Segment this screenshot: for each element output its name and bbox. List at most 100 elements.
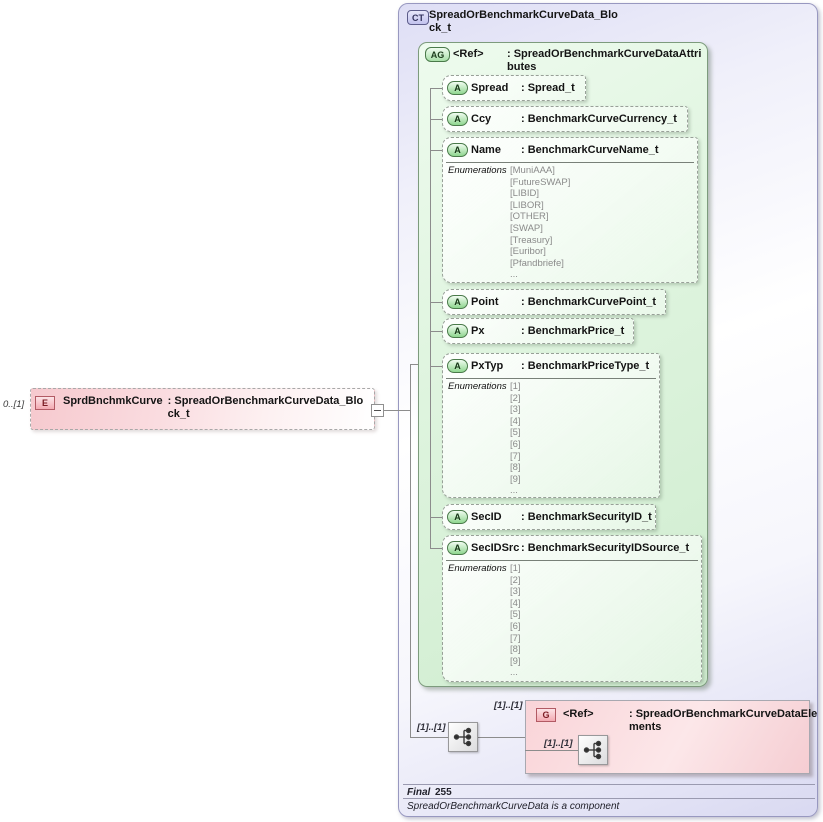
attribute-type: : BenchmarkSecurityIDSource_t <box>521 542 689 554</box>
attribute-name: PxTyp <box>471 360 521 372</box>
enumerations-label: Enumerations <box>448 381 510 497</box>
enumeration-value: [2] <box>510 393 521 405</box>
sequence-compositor-icon[interactable] <box>578 735 608 765</box>
attribute-name: SecIDSrc <box>471 542 521 554</box>
group-ref-name: <Ref> <box>563 708 594 720</box>
group-ref-type: : SpreadOrBenchmarkCurveDataElements <box>629 708 821 734</box>
sequence-glyph <box>582 739 604 761</box>
enumeration-list: [1][2][3][4][5][6][7][8][9]... <box>510 381 521 497</box>
connector <box>431 548 442 549</box>
attribute-name: Ccy <box>471 113 521 125</box>
cardinality-label: [1]..[1] <box>544 738 573 749</box>
cardinality-label: [1]..[1] <box>417 722 446 733</box>
enumeration-value: [6] <box>510 439 521 451</box>
enumeration-value: [7] <box>510 633 521 645</box>
attribute-box-secidsrc[interactable]: A SecIDSrc : BenchmarkSecurityIDSource_t… <box>442 535 702 682</box>
enumeration-value: [Treasury] <box>510 235 570 247</box>
complex-type-title: SpreadOrBenchmarkCurveData_Block_t <box>429 9 619 35</box>
enumeration-value: [7] <box>510 451 521 463</box>
enumeration-list: [1][2][3][4][5][6][7][8][9]... <box>510 563 521 679</box>
enumeration-value: [LIBOR] <box>510 200 570 212</box>
attribute-badge: A <box>447 295 468 309</box>
attribute-name: SecID <box>471 511 521 523</box>
enumeration-value: [1] <box>510 381 521 393</box>
enumeration-value: [LIBID] <box>510 188 570 200</box>
attribute-box-pxtyp[interactable]: A PxTyp : BenchmarkPriceType_t Enumerati… <box>442 353 660 498</box>
enumeration-value: [3] <box>510 404 521 416</box>
attribute-group-ref-type: : SpreadOrBenchmarkCurveDataAttributes <box>507 48 703 74</box>
complex-type-badge: CT <box>407 10 429 25</box>
attribute-badge: A <box>447 112 468 126</box>
attribute-tree-trunk <box>430 88 431 549</box>
enumeration-value: ... <box>510 485 521 497</box>
connector <box>431 88 442 89</box>
group-badge: G <box>536 708 556 722</box>
attribute-box-secid[interactable]: A SecID : BenchmarkSecurityID_t <box>442 504 656 530</box>
enumerations-label: Enumerations <box>448 165 510 281</box>
attribute-name: Spread <box>471 82 521 94</box>
attribute-type: : BenchmarkSecurityID_t <box>521 511 652 523</box>
schema-diagram: CT SpreadOrBenchmarkCurveData_Block_t Fi… <box>0 0 823 822</box>
attribute-box-ccy[interactable]: A Ccy : BenchmarkCurveCurrency_t <box>442 106 688 132</box>
enumeration-value: ... <box>510 269 570 281</box>
enumeration-value: [5] <box>510 427 521 439</box>
connector <box>411 737 448 738</box>
enumeration-value: [9] <box>510 474 521 486</box>
collapse-icon <box>374 410 381 411</box>
enumeration-value: [9] <box>510 656 521 668</box>
enumeration-value: [1] <box>510 563 521 575</box>
attribute-badge: A <box>447 81 468 95</box>
attribute-box-point[interactable]: A Point : BenchmarkCurvePoint_t <box>442 289 666 315</box>
enumeration-value: [4] <box>510 416 521 428</box>
sequence-glyph <box>452 726 474 748</box>
final-value: 255 <box>435 787 452 798</box>
connector <box>431 119 442 120</box>
enumeration-value: [4] <box>510 598 521 610</box>
enumeration-value: [SWAP] <box>510 223 570 235</box>
attribute-type: : BenchmarkCurveName_t <box>521 144 659 156</box>
attribute-name: Point <box>471 296 521 308</box>
connector <box>384 410 411 411</box>
attribute-type: : BenchmarkPrice_t <box>521 325 624 337</box>
attribute-badge: A <box>447 541 468 555</box>
footer-divider <box>403 798 815 799</box>
enumeration-value: [8] <box>510 462 521 474</box>
group-box[interactable]: G <Ref> : SpreadOrBenchmarkCurveDataElem… <box>525 700 810 774</box>
connector <box>431 366 442 367</box>
enumerations-section: Enumerations [MuniAAA][FutureSWAP][LIBID… <box>446 162 694 281</box>
connector <box>411 364 418 365</box>
attribute-badge: A <box>447 510 468 524</box>
attribute-box-px[interactable]: A Px : BenchmarkPrice_t <box>442 318 634 344</box>
attribute-type: : BenchmarkCurveCurrency_t <box>521 113 677 125</box>
attribute-name: Px <box>471 325 521 337</box>
attribute-name: Name <box>471 144 521 156</box>
connector <box>431 517 442 518</box>
connector <box>431 150 442 151</box>
attribute-badge: A <box>447 324 468 338</box>
element-cardinality: 0..[1] <box>3 399 24 410</box>
collapse-toggle[interactable] <box>371 404 384 417</box>
element-type: : SpreadOrBenchmarkCurveData_Block_t <box>168 395 365 421</box>
enumeration-value: [OTHER] <box>510 211 570 223</box>
content-trunk <box>410 364 411 738</box>
enumeration-value: [Euribor] <box>510 246 570 258</box>
connector <box>478 737 525 738</box>
element-name: SprdBnchmkCurve <box>63 395 163 407</box>
enumeration-value: [Pfandbriefe] <box>510 258 570 270</box>
sequence-compositor-icon[interactable] <box>448 722 478 752</box>
attribute-type: : Spread_t <box>521 82 575 94</box>
element-box-sprdbnchmkcurve[interactable]: E SprdBnchmkCurve : SpreadOrBenchmarkCur… <box>30 388 375 430</box>
final-label: Final <box>407 787 430 798</box>
attribute-badge: A <box>447 359 468 373</box>
cardinality-label: [1]..[1] <box>494 700 523 711</box>
enumerations-label: Enumerations <box>448 563 510 679</box>
footer-divider <box>403 784 815 785</box>
enumeration-value: [3] <box>510 586 521 598</box>
element-badge: E <box>35 396 55 410</box>
attribute-badge: A <box>447 143 468 157</box>
attribute-type: : BenchmarkCurvePoint_t <box>521 296 656 308</box>
attribute-box-spread[interactable]: A Spread : Spread_t <box>442 75 586 101</box>
enumerations-section: Enumerations [1][2][3][4][5][6][7][8][9]… <box>446 560 698 679</box>
enumeration-value: [2] <box>510 575 521 587</box>
attribute-box-name[interactable]: A Name : BenchmarkCurveName_t Enumeratio… <box>442 137 698 283</box>
